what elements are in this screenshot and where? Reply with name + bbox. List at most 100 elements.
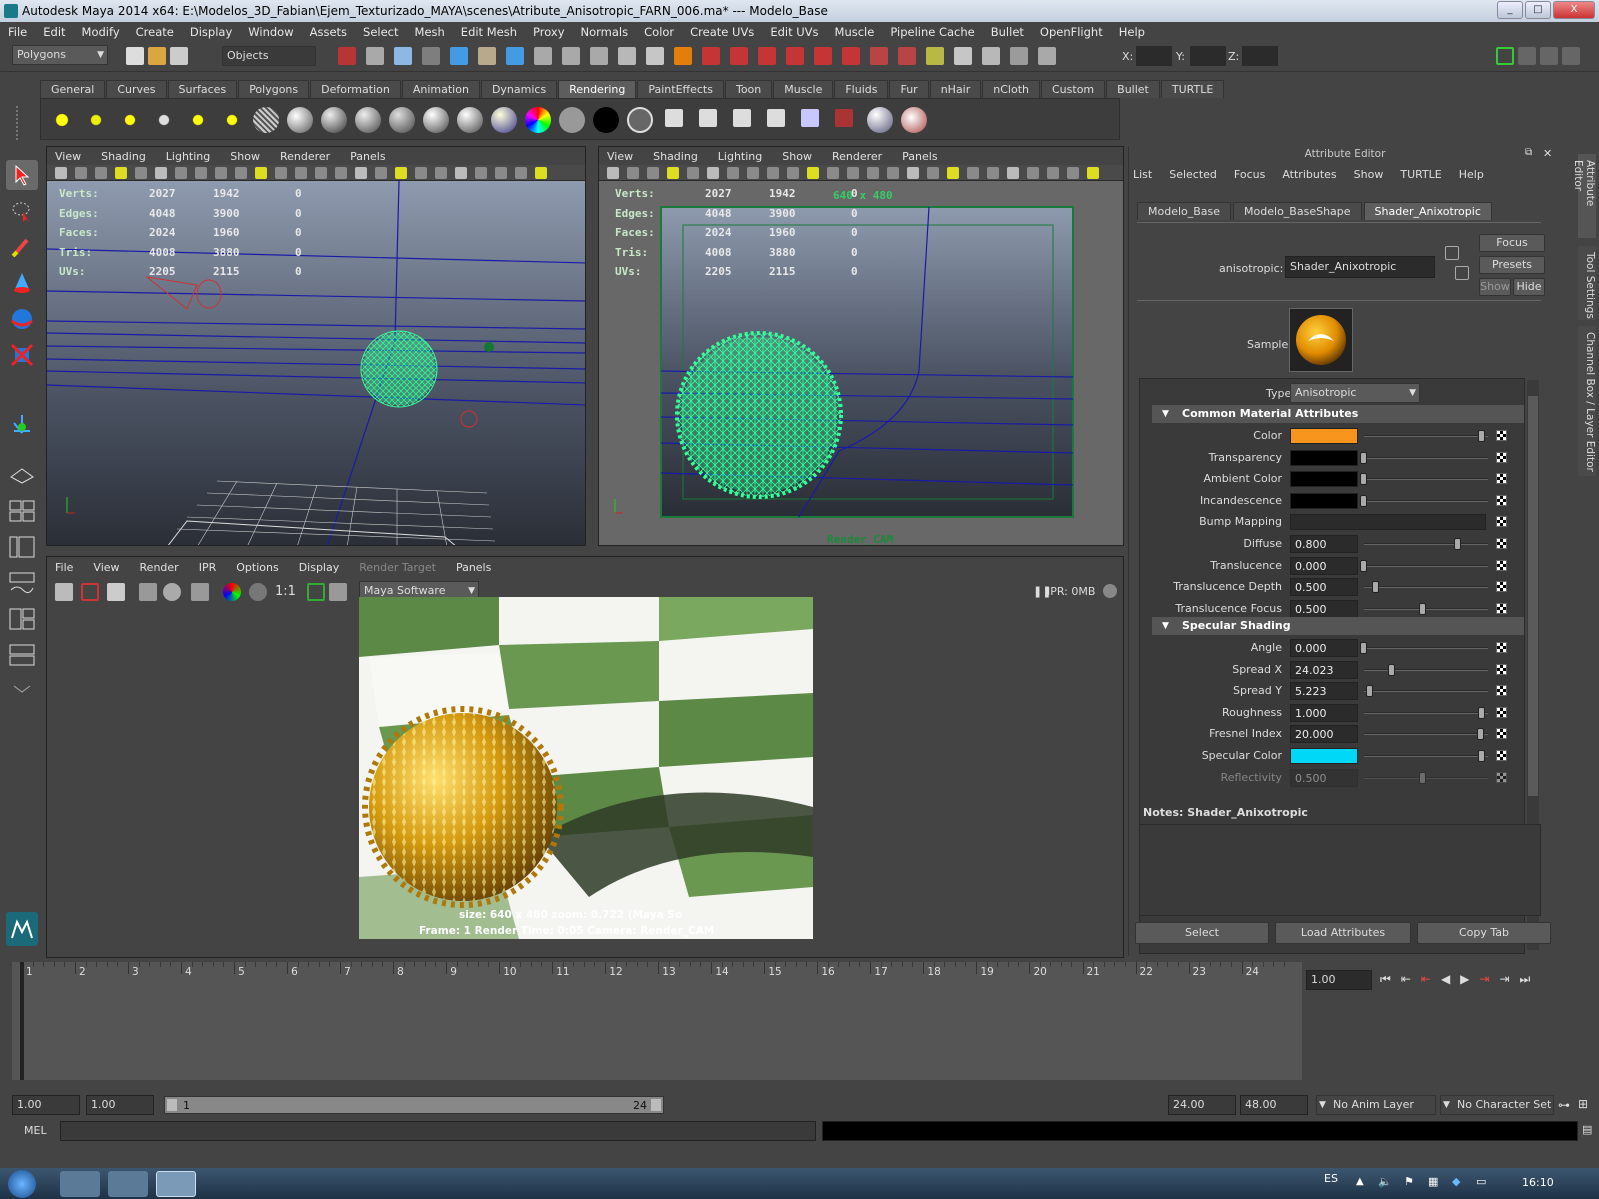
media-player-taskbar-icon[interactable] (108, 1171, 148, 1197)
render-view-icon[interactable] (801, 109, 819, 127)
selection-mode-field[interactable]: Objects (222, 46, 316, 66)
rendered-image[interactable] (359, 597, 813, 939)
volume-icon[interactable]: 🔈 (1378, 1175, 1392, 1188)
panel-menu-lighting[interactable]: Lighting (166, 150, 210, 163)
panel-menu-renderer[interactable]: Renderer (280, 150, 330, 163)
menu-muscle[interactable]: Muscle (835, 25, 875, 39)
float-panel-icon[interactable]: ⧉ (1525, 147, 1532, 158)
panel-menu-shading[interactable]: Shading (653, 150, 698, 163)
attr-value-field[interactable]: 20.000 (1290, 725, 1358, 744)
attribute-editor-toggle-icon[interactable] (1496, 47, 1514, 65)
close-button[interactable]: X (1553, 1, 1595, 19)
viewport-toolbar-icon[interactable] (647, 167, 659, 179)
viewport-toolbar-icon[interactable] (807, 167, 819, 179)
use-background-icon[interactable] (593, 107, 619, 133)
viewport-toolbar-icon[interactable] (415, 167, 427, 179)
keep-image-icon[interactable] (307, 583, 325, 601)
slider-handle[interactable] (1419, 771, 1426, 784)
bump-map-field[interactable] (1290, 514, 1486, 531)
persp-scene[interactable] (47, 181, 586, 546)
menu-assets[interactable]: Assets (310, 25, 347, 39)
persp-relationship-layout-icon[interactable] (6, 640, 38, 670)
set-key-icon[interactable] (870, 47, 888, 65)
select-by-object-icon[interactable] (366, 47, 384, 65)
input-connections-icon[interactable] (1445, 246, 1459, 260)
layered-shader-icon[interactable] (627, 107, 653, 133)
attr-slider[interactable] (1364, 543, 1488, 545)
map-button-icon[interactable] (1496, 494, 1507, 506)
color-swatch[interactable] (1290, 471, 1358, 488)
map-button-icon[interactable] (1496, 538, 1507, 549)
slider-handle[interactable] (1419, 602, 1426, 615)
viewport-toolbar-icon[interactable] (867, 167, 879, 179)
viewport-toolbar-icon[interactable] (987, 167, 999, 179)
node-name-field[interactable]: Shader_Anixotropic (1285, 256, 1435, 278)
viewport-toolbar-icon[interactable] (195, 167, 207, 179)
perspective-viewport[interactable]: View Shading Lighting Show Renderer Panels Ve… (46, 146, 586, 546)
tool-settings-side-tab[interactable]: Tool Settings (1578, 246, 1596, 320)
slider-handle[interactable] (1478, 430, 1485, 442)
clock[interactable]: 16:10 (1522, 1176, 1554, 1189)
four-view-layout-icon[interactable] (6, 496, 38, 526)
map-button-icon[interactable] (1496, 771, 1507, 783)
viewport-toolbar-icon[interactable] (475, 167, 487, 179)
hypershade-layout-icon[interactable] (6, 604, 38, 634)
menu-create-uvs[interactable]: Create UVs (690, 25, 754, 39)
menu-proxy[interactable]: Proxy (533, 25, 565, 39)
y-field[interactable] (1190, 46, 1226, 66)
lambert-material-icon[interactable] (389, 107, 415, 133)
snap-to-grids-icon[interactable] (450, 47, 468, 65)
slider-handle[interactable] (1360, 559, 1367, 572)
attr-slider[interactable] (1364, 647, 1488, 649)
attr-value-field[interactable]: 0.500 (1290, 768, 1358, 787)
node-tab-modelo_base[interactable]: Modelo_Base (1137, 202, 1232, 220)
notes-textarea[interactable] (1139, 824, 1541, 916)
alpha-channel-icon[interactable] (249, 583, 267, 601)
playback-end-field[interactable]: 24.00 (1168, 1095, 1236, 1115)
play-backwards-icon[interactable]: ◀ (1441, 972, 1450, 987)
menu-modify[interactable]: Modify (82, 25, 120, 39)
map-button-icon[interactable] (1496, 750, 1507, 761)
color-swatch[interactable] (1290, 449, 1358, 466)
attr-slider[interactable] (1364, 690, 1488, 693)
shelf-tab-ncloth[interactable]: nCloth (982, 80, 1040, 98)
viewport-toolbar-icon[interactable] (907, 167, 919, 179)
render-settings-rv-icon[interactable] (191, 583, 209, 601)
panel-menu-lighting[interactable]: Lighting (718, 150, 762, 163)
shelf-tab-fluids[interactable]: Fluids (834, 80, 889, 98)
attr-slider[interactable] (1364, 776, 1488, 779)
menu-display[interactable]: Display (190, 25, 232, 39)
panel-menu-show[interactable]: Show (230, 150, 260, 163)
shading-map-icon[interactable] (525, 107, 551, 133)
render-view-icon[interactable] (814, 47, 832, 65)
panel-menu-render-target[interactable]: Render Target (359, 561, 436, 574)
start-button-icon[interactable] (8, 1170, 36, 1198)
panel-menu-show[interactable]: Show (782, 150, 812, 163)
persp-outliner-layout-icon[interactable] (6, 532, 38, 562)
viewport-toolbar-icon[interactable] (275, 167, 287, 179)
play-forwards-icon[interactable]: ▶ (1460, 972, 1469, 987)
mel-input[interactable] (60, 1121, 816, 1141)
point-light-icon[interactable] (117, 107, 143, 133)
map-button-icon[interactable] (1496, 685, 1507, 697)
paint-canvas-icon[interactable] (901, 107, 927, 133)
shelf-tab-rendering[interactable]: Rendering (558, 80, 637, 98)
playback-start-field[interactable]: 1.00 (86, 1095, 154, 1115)
channel-box-toggle-icon[interactable] (1540, 47, 1558, 65)
key-icon[interactable]: ⊶ (1558, 1098, 1570, 1112)
tray-arrow-icon[interactable]: ▲ (1356, 1176, 1364, 1187)
blinn-material-icon[interactable] (355, 107, 381, 133)
ambient-light-icon[interactable] (49, 107, 75, 133)
light-linking-icon[interactable] (867, 107, 893, 133)
node-tab-shader_anixotropic[interactable]: Shader_Anixotropic (1363, 202, 1492, 220)
persp-graph-layout-icon[interactable] (6, 568, 38, 598)
viewport-toolbar-icon[interactable] (667, 167, 679, 179)
viewport-toolbar-icon[interactable] (375, 167, 387, 179)
phonge-material-icon[interactable] (457, 107, 483, 133)
step-forward-key-icon[interactable]: ⇥ (1479, 972, 1489, 987)
attr-slider[interactable] (1364, 586, 1488, 589)
anisotropic-material-icon[interactable] (321, 107, 347, 133)
viewport-toolbar-icon[interactable] (135, 167, 147, 179)
anim-curve-icon[interactable] (1010, 47, 1028, 65)
ae-menu-show[interactable]: Show (1354, 168, 1384, 181)
